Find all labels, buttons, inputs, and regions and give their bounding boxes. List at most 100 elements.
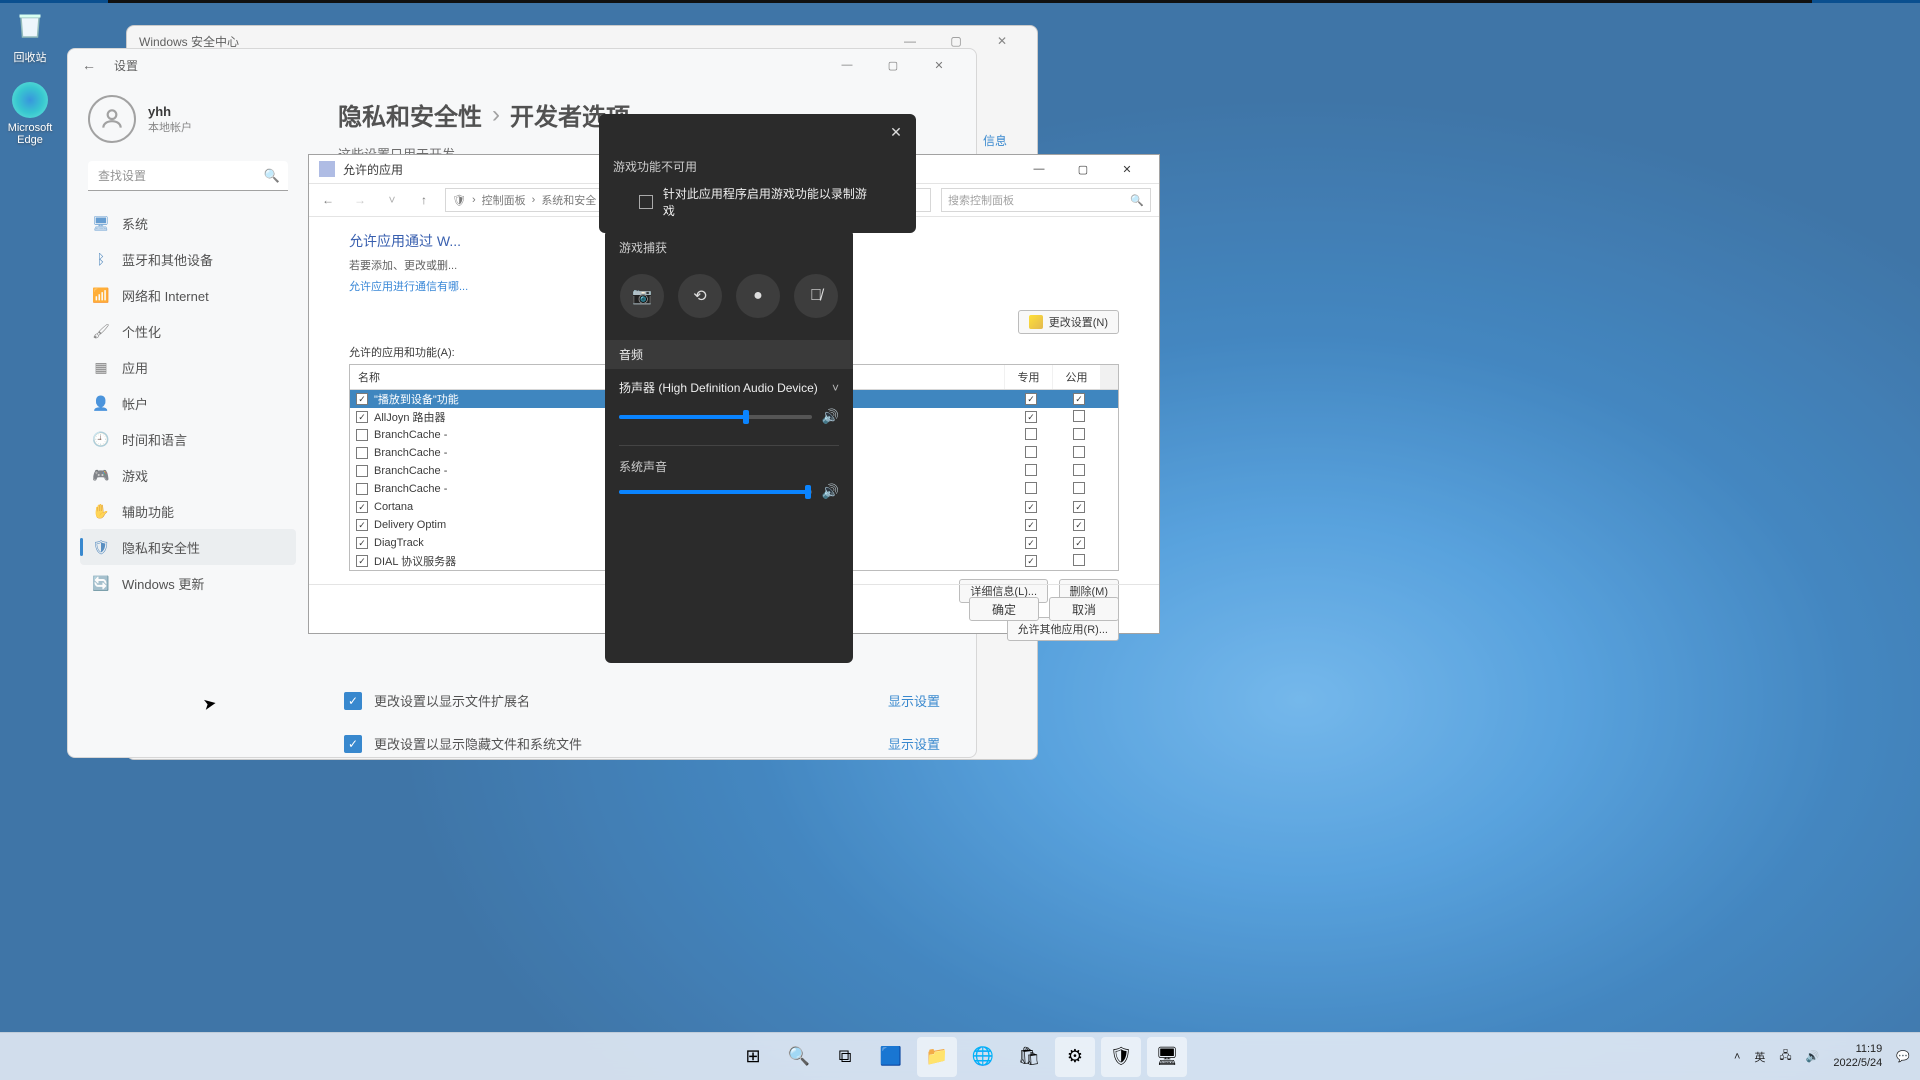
private-checkbox[interactable] [1025, 464, 1037, 476]
security-taskbar-icon[interactable]: 🛡 [1101, 1037, 1141, 1077]
sidebar-item[interactable]: ᛒ蓝牙和其他设备 [80, 241, 296, 277]
enable-game-features-checkbox[interactable] [639, 195, 653, 209]
maximize-button[interactable]: ▢ [870, 50, 916, 80]
checkbox[interactable]: ✓ [344, 735, 362, 753]
change-settings-button[interactable]: 更改设置(N) [1018, 310, 1119, 334]
desktop-recycle-bin[interactable]: 回收站 [0, 5, 65, 65]
close-button[interactable]: ✕ [1105, 155, 1149, 183]
task-view-button[interactable]: ⧉ [825, 1037, 865, 1077]
store-taskbar-icon[interactable]: 🛍 [1009, 1037, 1049, 1077]
crumb-part[interactable]: 系统和安全 [541, 192, 596, 208]
edge-taskbar-icon[interactable]: 🌐 [963, 1037, 1003, 1077]
private-checkbox[interactable] [1025, 393, 1037, 405]
sidebar-item[interactable]: 🛡隐私和安全性 [80, 529, 296, 565]
private-checkbox[interactable] [1025, 411, 1037, 423]
row-checkbox[interactable] [356, 537, 368, 549]
private-checkbox[interactable] [1025, 555, 1037, 567]
start-button[interactable]: ⊞ [733, 1037, 773, 1077]
col-private[interactable]: 专用 [1005, 365, 1053, 389]
nav-back-button[interactable]: ← [317, 193, 339, 207]
notifications-icon[interactable]: 💬 [1896, 1050, 1910, 1063]
maximize-button[interactable]: ▢ [1061, 155, 1105, 183]
sidebar-item[interactable]: 🎮游戏 [80, 457, 296, 493]
crumb-part[interactable]: 控制面板 [482, 192, 526, 208]
app-taskbar-icon[interactable]: 🖥 [1147, 1037, 1187, 1077]
public-checkbox[interactable] [1073, 501, 1085, 513]
audio-device-selector[interactable]: 扬声器 (High Definition Audio Device) ˅ [605, 369, 853, 400]
screenshot-button[interactable]: 📷 [620, 274, 664, 318]
row-checkbox[interactable] [356, 393, 368, 405]
private-checkbox[interactable] [1025, 537, 1037, 549]
ok-button[interactable]: 确定 [969, 597, 1039, 621]
nav-forward-button[interactable]: → [349, 193, 371, 207]
nav-up-button[interactable]: ↑ [413, 193, 435, 207]
search-input[interactable] [88, 161, 288, 191]
taskbar-search[interactable]: 🔍 [779, 1037, 819, 1077]
private-checkbox[interactable] [1025, 501, 1037, 513]
private-checkbox[interactable] [1025, 428, 1037, 440]
private-checkbox[interactable] [1025, 519, 1037, 531]
row-checkbox[interactable] [356, 447, 368, 459]
scrollbar[interactable] [1101, 365, 1118, 389]
tray-chevron-icon[interactable]: ˄ [1734, 1051, 1740, 1063]
sidebar-item[interactable]: 👤帐户 [80, 385, 296, 421]
mic-toggle-button[interactable]: 🎙̸ [794, 274, 838, 318]
show-settings-link[interactable]: 显示设置 [888, 691, 940, 710]
security-info-link[interactable]: 信息 [983, 132, 1007, 149]
sidebar-item[interactable]: 🖌个性化 [80, 313, 296, 349]
row-checkbox[interactable] [356, 519, 368, 531]
row-checkbox[interactable] [356, 411, 368, 423]
close-button[interactable]: ✕ [979, 26, 1025, 56]
sidebar-item[interactable]: 🔄Windows 更新 [80, 565, 296, 601]
search-input[interactable]: 搜索控制面板 🔍 [941, 188, 1151, 212]
nav-recent-button[interactable]: ˅ [381, 193, 403, 207]
record-button[interactable]: ● [736, 274, 780, 318]
record-last-button[interactable]: ⟲ [678, 274, 722, 318]
firewall-risk-link[interactable]: 允许应用进行通信有哪... [349, 278, 468, 294]
private-checkbox[interactable] [1025, 482, 1037, 494]
public-checkbox[interactable] [1073, 482, 1085, 494]
cancel-button[interactable]: 取消 [1049, 597, 1119, 621]
taskbar-clock[interactable]: 11:19 2022/5/24 [1833, 1043, 1882, 1069]
show-settings-link[interactable]: 显示设置 [888, 734, 940, 753]
volume-icon[interactable]: 🔊 [1806, 1050, 1820, 1063]
user-account-block[interactable]: yhh 本地帐户 [80, 89, 296, 157]
sidebar-item[interactable]: ▦应用 [80, 349, 296, 385]
row-checkbox[interactable] [356, 501, 368, 513]
private-checkbox[interactable] [1025, 446, 1037, 458]
widgets-button[interactable]: 🟦 [871, 1037, 911, 1077]
breadcrumb-part[interactable]: 隐私和安全性 [338, 97, 482, 132]
row-checkbox[interactable] [356, 465, 368, 477]
sidebar-item[interactable]: 🕘时间和语言 [80, 421, 296, 457]
system-volume-slider[interactable] [619, 490, 812, 494]
col-public[interactable]: 公用 [1053, 365, 1101, 389]
explorer-taskbar-icon[interactable]: 📁 [917, 1037, 957, 1077]
close-icon[interactable]: ✕ [884, 120, 908, 144]
device-volume-slider[interactable] [619, 415, 812, 419]
network-icon[interactable]: 🖧 [1779, 1047, 1791, 1066]
speaker-icon[interactable]: 🔊 [822, 408, 839, 425]
public-checkbox[interactable] [1073, 537, 1085, 549]
minimize-button[interactable]: — [1017, 155, 1061, 183]
sidebar-item[interactable]: 🖥系统 [80, 205, 296, 241]
row-checkbox[interactable] [356, 555, 368, 567]
close-button[interactable]: ✕ [916, 50, 962, 80]
sidebar-item[interactable]: 📶网络和 Internet [80, 277, 296, 313]
settings-taskbar-icon[interactable]: ⚙ [1055, 1037, 1095, 1077]
checkbox[interactable]: ✓ [344, 692, 362, 710]
public-checkbox[interactable] [1073, 519, 1085, 531]
sidebar-item[interactable]: ✋辅助功能 [80, 493, 296, 529]
back-button[interactable]: ← [82, 57, 96, 73]
speaker-icon[interactable]: 🔊 [822, 483, 839, 500]
public-checkbox[interactable] [1073, 428, 1085, 440]
ime-indicator[interactable]: 英 [1754, 1049, 1765, 1065]
public-checkbox[interactable] [1073, 410, 1085, 422]
public-checkbox[interactable] [1073, 554, 1085, 566]
public-checkbox[interactable] [1073, 393, 1085, 405]
row-checkbox[interactable] [356, 429, 368, 441]
row-checkbox[interactable] [356, 483, 368, 495]
minimize-button[interactable]: — [824, 50, 870, 80]
public-checkbox[interactable] [1073, 446, 1085, 458]
desktop-edge[interactable]: Microsoft Edge [0, 82, 65, 146]
public-checkbox[interactable] [1073, 464, 1085, 476]
